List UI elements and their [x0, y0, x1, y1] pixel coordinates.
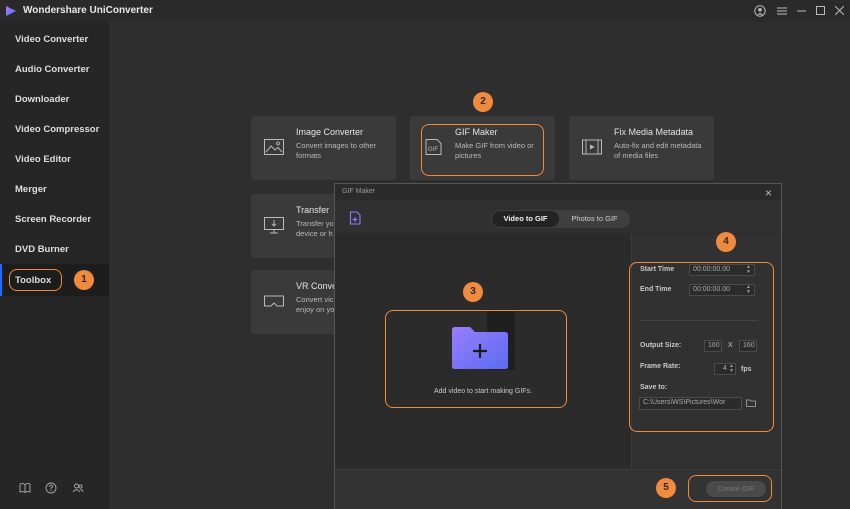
book-icon[interactable] [19, 482, 31, 494]
tool-card-vr-converter[interactable]: VR Conver Convert vic enjoy on yo [251, 270, 336, 334]
maximize-icon[interactable] [816, 6, 825, 15]
tool-title: Fix Media Metadata [614, 127, 694, 137]
sidebar-item-screen-recorder[interactable]: Screen Recorder [15, 214, 91, 225]
tool-title: Transfer [296, 205, 330, 215]
minimize-icon[interactable] [797, 10, 806, 12]
tool-card-transfer[interactable]: Transfer Transfer yo device or h [251, 194, 336, 258]
highlight-drop-area [385, 310, 567, 408]
tool-description: Convert images to other formats [296, 141, 377, 160]
app-title: Wondershare UniConverter [23, 5, 153, 16]
sidebar-item-video-compressor[interactable]: Video Compressor [15, 124, 99, 135]
help-icon[interactable] [45, 482, 57, 494]
sidebar: Video Converter Audio Converter Download… [0, 22, 109, 509]
highlight-create-button [688, 475, 772, 502]
app-logo-icon [6, 6, 16, 16]
transfer-icon [264, 217, 284, 234]
title-bar: Wondershare UniConverter [0, 0, 850, 22]
gif-source-tabs: Video to GIF Photos to GIF [491, 210, 630, 228]
sidebar-item-audio-converter[interactable]: Audio Converter [15, 64, 89, 75]
tool-title: VR Conver [296, 281, 336, 291]
sidebar-item-downloader[interactable]: Downloader [15, 94, 69, 105]
tab-photos-to-gif[interactable]: Photos to GIF [560, 211, 629, 227]
step-badge: 4 [716, 232, 736, 252]
highlight-settings [629, 262, 774, 432]
tab-video-to-gif[interactable]: Video to GIF [492, 211, 559, 227]
sidebar-item-video-editor[interactable]: Video Editor [15, 154, 71, 165]
tool-card-fix-media-metadata[interactable]: Fix Media Metadata Auto-fix and edit met… [569, 116, 714, 180]
tool-card-image-converter[interactable]: Image Converter Convert images to other … [251, 116, 396, 180]
close-icon[interactable] [835, 6, 844, 15]
dialog-close-icon[interactable]: × [765, 186, 772, 200]
highlight-toolbox [9, 269, 62, 291]
tool-description: Transfer yo device or h [296, 219, 334, 238]
sidebar-item-dvd-burner[interactable]: DVD Burner [15, 244, 69, 255]
tool-description: Convert vic enjoy on yo [296, 295, 335, 314]
add-file-icon[interactable] [349, 211, 362, 225]
step-badge: 5 [656, 478, 676, 498]
highlight-gif-maker [421, 124, 544, 176]
menu-icon[interactable] [777, 7, 787, 15]
step-badge: 2 [473, 92, 493, 112]
tool-description: Auto-fix and edit metadata of media file… [614, 141, 702, 160]
tool-title: Image Converter [296, 127, 364, 137]
users-icon[interactable] [72, 482, 84, 494]
metadata-icon [582, 139, 602, 155]
sidebar-item-video-converter[interactable]: Video Converter [15, 34, 88, 45]
dialog-title: GIF Maker [342, 188, 376, 195]
step-badge: 3 [463, 282, 483, 302]
step-badge: 1 [74, 270, 94, 290]
image-icon [264, 139, 284, 155]
account-icon[interactable] [754, 5, 766, 17]
vr-icon [264, 295, 284, 307]
sidebar-item-merger[interactable]: Merger [15, 184, 47, 195]
